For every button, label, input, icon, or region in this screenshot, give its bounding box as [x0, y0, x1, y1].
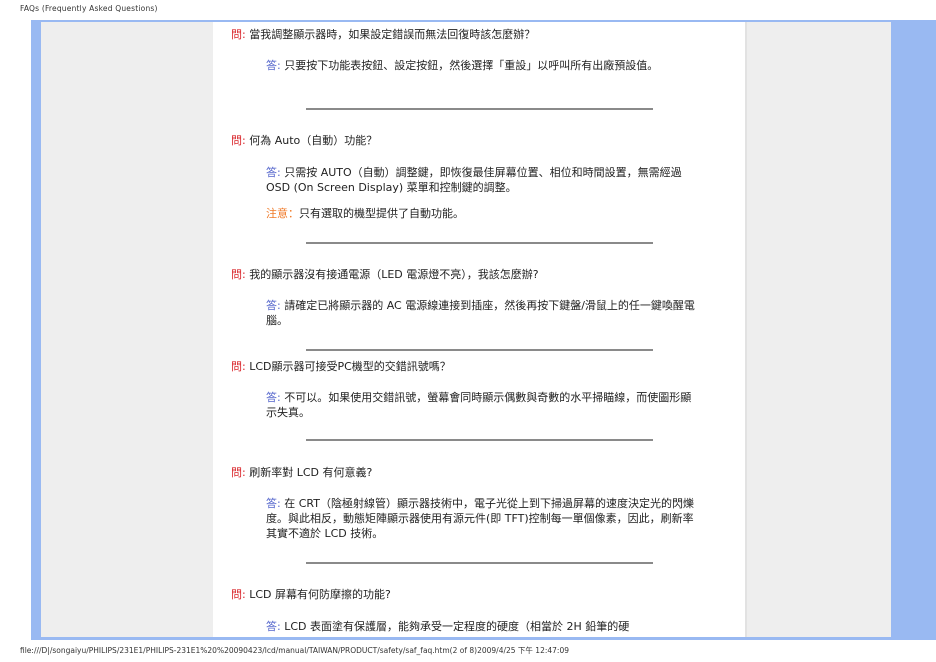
faq-answer: 答: 請確定已將顯示器的 AC 電源線連接到插座，然後再按下鍵盤/滑鼠上的任一鍵… [266, 298, 696, 328]
faq-question: 問: LCD 屏幕有何防摩擦的功能? [231, 587, 731, 602]
question-text: 刷新率對 LCD 有何意義? [249, 466, 373, 479]
faq-question: 問: 我的顯示器沒有接通電源（LED 電源燈不亮），我該怎麼辦? [231, 267, 731, 282]
faq-question: 問: 何為 Auto（自動）功能？ [231, 133, 731, 148]
faq-answer: 答: 不可以。如果使用交錯訊號，螢幕會同時顯示偶數與奇數的水平掃瞄線，而使圖形顯… [266, 390, 696, 420]
question-label: 問: [231, 268, 246, 281]
answer-label: 答: [266, 59, 281, 72]
answer-text: 不可以。如果使用交錯訊號，螢幕會同時顯示偶數與奇數的水平掃瞄線，而使圖形顯示失真… [266, 391, 692, 419]
divider [306, 108, 653, 110]
question-label: 問: [231, 466, 246, 479]
faq-question: 問: LCD顯示器可接受PC機型的交錯訊號嗎？ [231, 359, 731, 374]
question-text: 何為 Auto（自動）功能？ [249, 134, 378, 147]
left-margin-column [41, 22, 213, 637]
faq-answer: 答: 只要按下功能表按鈕、設定按鈕，然後選擇「重設」以呼叫所有出廠預設值。 [266, 58, 696, 73]
divider [306, 562, 653, 564]
question-label: 問: [231, 360, 246, 373]
answer-text: LCD 表面塗有保護層，能夠承受一定程度的硬度（相當於 2H 鉛筆的硬 [284, 620, 630, 633]
page-header-title: FAQs (Frequently Asked Questions) [20, 4, 158, 13]
question-text: 我的顯示器沒有接通電源（LED 電源燈不亮），我該怎麼辦? [249, 268, 539, 281]
faq-question: 問: 刷新率對 LCD 有何意義? [231, 465, 731, 480]
question-text: 當我調整顯示器時，如果設定錯誤而無法回復時該怎麼辦？ [249, 28, 536, 41]
answer-label: 答: [266, 620, 281, 633]
faq-note: 注意：只有選取的機型提供了自動功能。 [266, 206, 696, 221]
answer-text: 在 CRT（陰極射線管）顯示器技術中，電子光從上到下掃過屏幕的速度決定光的閃爍度… [266, 497, 694, 540]
question-text: LCD顯示器可接受PC機型的交錯訊號嗎？ [249, 360, 451, 373]
answer-label: 答: [266, 391, 281, 404]
faq-answer: 答: LCD 表面塗有保護層，能夠承受一定程度的硬度（相當於 2H 鉛筆的硬 [266, 619, 696, 634]
divider [306, 242, 653, 244]
faq-question: 問: 當我調整顯示器時，如果設定錯誤而無法回復時該怎麼辦？ [231, 27, 731, 42]
page-footer-path: file:///D|/songaiyu/PHILIPS/231E1/PHILIP… [20, 646, 569, 655]
faq-answer: 答: 只需按 AUTO（自動）調整鍵，即恢復最佳屏幕位置、相位和時間設置，無需經… [266, 165, 696, 195]
answer-label: 答: [266, 497, 281, 510]
faq-content: 問: 當我調整顯示器時，如果設定錯誤而無法回復時該怎麼辦？ 答: 只要按下功能表… [213, 22, 745, 637]
answer-label: 答: [266, 299, 281, 312]
answer-text: 請確定已將顯示器的 AC 電源線連接到插座，然後再按下鍵盤/滑鼠上的任一鍵喚醒電… [266, 299, 695, 327]
question-label: 問: [231, 28, 246, 41]
question-label: 問: [231, 134, 246, 147]
right-margin-column [745, 22, 891, 637]
answer-label: 答: [266, 166, 281, 179]
divider [306, 439, 653, 441]
note-label: 注意： [266, 207, 299, 220]
faq-answer: 答: 在 CRT（陰極射線管）顯示器技術中，電子光從上到下掃過屏幕的速度決定光的… [266, 496, 696, 541]
question-text: LCD 屏幕有何防摩擦的功能? [249, 588, 391, 601]
divider [306, 349, 653, 351]
answer-text: 只要按下功能表按鈕、設定按鈕，然後選擇「重設」以呼叫所有出廠預設值。 [284, 59, 659, 72]
note-text: 只有選取的機型提供了自動功能。 [299, 207, 464, 220]
answer-text: 只需按 AUTO（自動）調整鍵，即恢復最佳屏幕位置、相位和時間設置，無需經過 O… [266, 166, 682, 194]
question-label: 問: [231, 588, 246, 601]
